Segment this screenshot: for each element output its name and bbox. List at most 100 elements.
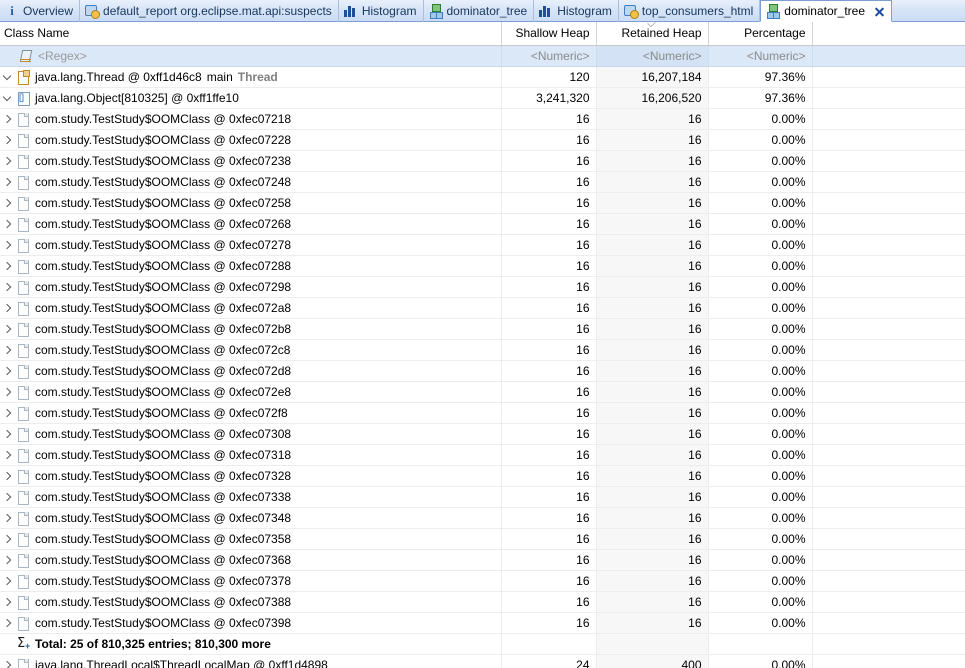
filter-cell-percentage[interactable]: <Numeric> [708,45,813,67]
table-row[interactable]: com.study.TestStudy$OOMClass @ 0xfec072b… [0,318,965,340]
editor-tab-3[interactable]: dominator_tree [424,0,535,22]
cell-percentage: 0.00% [708,129,813,151]
cell-retained-heap: 16 [596,465,709,487]
expander-right-icon[interactable] [0,342,16,358]
table-row[interactable]: com.study.TestStudy$OOMClass @ 0xfec0738… [0,591,965,613]
expander-right-icon[interactable] [0,531,16,547]
cell-spacer [812,108,965,130]
table-row[interactable]: com.study.TestStudy$OOMClass @ 0xfec072e… [0,381,965,403]
filter-row[interactable]: <Regex> <Numeric> <Numeric> <Numeric> [0,45,965,67]
cell-name: com.study.TestStudy$OOMClass @ 0xfec0738… [0,591,502,613]
expander-right-icon[interactable] [0,405,16,421]
cell-retained-heap: 16 [596,129,709,151]
table-row[interactable]: com.study.TestStudy$OOMClass @ 0xfec072c… [0,339,965,361]
editor-tab-1[interactable]: default_report org.eclipse.mat.api:suspe… [80,0,339,22]
cell-spacer [812,549,965,571]
cell-spacer [812,171,965,193]
filter-cell-shallow[interactable]: <Numeric> [501,45,597,67]
table-row[interactable]: java.lang.ThreadLocal$ThreadLocalMap @ 0… [0,654,965,668]
expander-right-icon[interactable] [0,363,16,379]
expander-right-icon[interactable] [0,447,16,463]
table-row[interactable]: java.lang.Thread @ 0xff1d46c8 main Thread 1… [0,66,965,88]
table-row[interactable]: com.study.TestStudy$OOMClass @ 0xfec0736… [0,549,965,571]
table-row[interactable]: com.study.TestStudy$OOMClass @ 0xfec0734… [0,507,965,529]
expander-right-icon[interactable] [0,258,16,274]
close-icon[interactable] [874,6,885,17]
expander-right-icon[interactable] [0,384,16,400]
expander-right-icon[interactable] [0,216,16,232]
table-row[interactable]: com.study.TestStudy$OOMClass @ 0xfec0724… [0,171,965,193]
object-icon [16,300,31,316]
table-row[interactable]: com.study.TestStudy$OOMClass @ 0xfec0732… [0,465,965,487]
expander-right-icon[interactable] [0,657,16,668]
cell-retained-heap: 16 [596,213,709,235]
table-row[interactable]: java.lang.Object[810325] @ 0xff1ffe10 3,2… [0,87,965,109]
expander-right-icon[interactable] [0,489,16,505]
object-icon [16,489,31,505]
cell-spacer [812,507,965,529]
dominator-tree-table-container[interactable]: Class Name Shallow Heap Retained Heap Perce… [0,22,965,668]
editor-tab-2[interactable]: Histogram [339,0,424,22]
column-header-name[interactable]: Class Name [0,22,502,46]
expander-right-icon[interactable] [0,153,16,169]
filter-input-retained[interactable]: <Numeric> [643,49,702,63]
filter-input-percentage[interactable]: <Numeric> [747,49,806,63]
column-header-retained[interactable]: Retained Heap [596,22,709,46]
filter-cell-retained[interactable]: <Numeric> [596,45,709,67]
expander-right-icon[interactable] [0,594,16,610]
expander-down-icon[interactable] [0,69,16,85]
expander-right-icon[interactable] [0,321,16,337]
filter-cell-name[interactable]: <Regex> [0,45,502,67]
expander-right-icon[interactable] [0,426,16,442]
table-row[interactable]: com.study.TestStudy$OOMClass @ 0xfec0730… [0,423,965,445]
expander-down-icon[interactable] [0,90,16,106]
cell-percentage: 0.00% [708,318,813,340]
table-row[interactable]: com.study.TestStudy$OOMClass @ 0xfec072f… [0,402,965,424]
expander-right-icon[interactable] [0,615,16,631]
editor-tab-4[interactable]: Histogram [534,0,619,22]
editor-tab-5[interactable]: top_consumers_html [619,0,761,22]
table-row[interactable]: com.study.TestStudy$OOMClass @ 0xfec0727… [0,234,965,256]
table-row[interactable]: com.study.TestStudy$OOMClass @ 0xfec0728… [0,255,965,277]
expander-right-icon[interactable] [0,195,16,211]
table-row[interactable]: com.study.TestStudy$OOMClass @ 0xfec0731… [0,444,965,466]
cell-shallow-heap: 16 [501,108,597,130]
expander-right-icon[interactable] [0,132,16,148]
editor-tab-0[interactable]: i Overview [0,0,81,22]
column-header-label: Retained Heap [621,26,702,41]
cell-shallow-heap: 16 [501,465,597,487]
table-row[interactable]: com.study.TestStudy$OOMClass @ 0xfec0726… [0,213,965,235]
table-row[interactable]: com.study.TestStudy$OOMClass @ 0xfec0739… [0,612,965,634]
editor-tab-6[interactable]: dominator_tree [760,0,893,22]
table-row[interactable]: com.study.TestStudy$OOMClass @ 0xfec072a… [0,297,965,319]
expander-right-icon[interactable] [0,279,16,295]
table-row[interactable]: com.study.TestStudy$OOMClass @ 0xfec0729… [0,276,965,298]
expander-right-icon[interactable] [0,300,16,316]
table-row[interactable]: com.study.TestStudy$OOMClass @ 0xfec0735… [0,528,965,550]
expander-right-icon[interactable] [0,174,16,190]
cell-shallow-heap: 16 [501,339,597,361]
filter-input-shallow[interactable]: <Numeric> [531,49,590,63]
regex-filter-icon [18,48,34,64]
expander-right-icon[interactable] [0,510,16,526]
report-icon [85,4,101,19]
column-header-shallow[interactable]: Shallow Heap [501,22,597,46]
object-icon [16,174,31,190]
table-row[interactable]: com.study.TestStudy$OOMClass @ 0xfec0737… [0,570,965,592]
expander-right-icon[interactable] [0,573,16,589]
table-total-row[interactable]: Total: 25 of 810,325 entries; 810,300 mo… [0,633,965,655]
column-header-percentage[interactable]: Percentage [708,22,813,46]
table-row[interactable]: com.study.TestStudy$OOMClass @ 0xfec0733… [0,486,965,508]
filter-input-name[interactable]: <Regex> [38,46,87,66]
table-row[interactable]: com.study.TestStudy$OOMClass @ 0xfec0723… [0,150,965,172]
table-row[interactable]: com.study.TestStudy$OOMClass @ 0xfec0725… [0,192,965,214]
row-label: com.study.TestStudy$OOMClass @ 0xfec0736… [35,552,292,567]
expander-right-icon[interactable] [0,468,16,484]
expander-right-icon[interactable] [0,111,16,127]
expander-right-icon[interactable] [0,237,16,253]
table-row[interactable]: com.study.TestStudy$OOMClass @ 0xfec0722… [0,129,965,151]
table-row[interactable]: com.study.TestStudy$OOMClass @ 0xfec072d… [0,360,965,382]
expander-right-icon[interactable] [0,552,16,568]
table-row[interactable]: com.study.TestStudy$OOMClass @ 0xfec0721… [0,108,965,130]
object-icon [16,258,31,274]
